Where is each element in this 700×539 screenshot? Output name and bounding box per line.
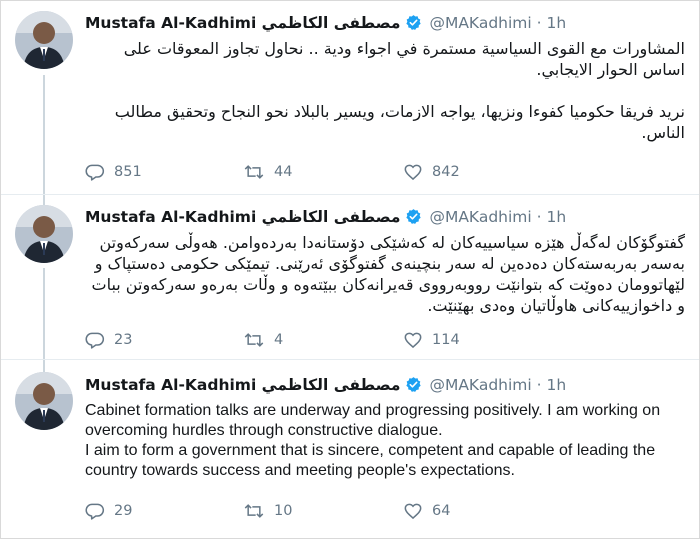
timestamp[interactable]: 1h xyxy=(547,208,567,226)
reply-icon xyxy=(85,330,114,350)
reply-button[interactable]: 29 xyxy=(85,500,132,522)
tweet-header: Mustafa Al-Kadhimi مصطفى الكاظمي @MAKadh… xyxy=(85,12,566,34)
avatar[interactable] xyxy=(15,372,73,430)
reply-count: 29 xyxy=(114,503,133,519)
heart-icon xyxy=(403,162,432,182)
tweet[interactable]: Mustafa Al-Kadhimi مصطفى الكاظمي @MAKadh… xyxy=(1,359,699,538)
reply-count: 23 xyxy=(114,332,133,348)
separator-dot: · xyxy=(536,376,542,394)
reply-count: 851 xyxy=(114,164,142,180)
separator-dot: · xyxy=(536,208,542,226)
tweet[interactable]: Mustafa Al-Kadhimi مصطفى الكاظمي @MAKadh… xyxy=(1,1,699,194)
tweet-actions: 29 10 64 xyxy=(85,500,505,522)
retweet-button[interactable]: 4 xyxy=(243,329,283,351)
author-name[interactable]: Mustafa Al-Kadhimi مصطفى الكاظمي xyxy=(85,14,401,32)
like-count: 114 xyxy=(432,332,460,348)
author-handle[interactable]: @MAKadhimi xyxy=(429,208,531,226)
reply-icon xyxy=(85,501,114,521)
heart-icon xyxy=(403,330,432,350)
verified-badge-icon xyxy=(405,208,422,231)
heart-icon xyxy=(403,501,432,521)
verified-badge-icon xyxy=(405,376,422,399)
author-name[interactable]: Mustafa Al-Kadhimi مصطفى الكاظمي xyxy=(85,376,401,394)
retweet-count: 44 xyxy=(274,164,293,180)
retweet-icon xyxy=(243,162,274,182)
like-button[interactable]: 114 xyxy=(403,329,460,351)
tweet-actions: 23 4 114 xyxy=(85,329,505,351)
retweet-count: 10 xyxy=(274,503,293,519)
like-button[interactable]: 64 xyxy=(403,500,450,522)
retweet-button[interactable]: 44 xyxy=(243,161,292,183)
reply-icon xyxy=(85,162,114,182)
tweet-text: گفتوگۆکان لەگەڵ هێزە سیاسییەکان لە کەشێک… xyxy=(91,233,686,315)
avatar[interactable] xyxy=(15,11,73,69)
tweet-text: Cabinet formation talks are underway and… xyxy=(85,402,661,479)
retweet-icon xyxy=(243,330,274,350)
tweet-text: المشاورات مع القوى السياسية مستمرة في اج… xyxy=(114,39,685,142)
like-count: 64 xyxy=(432,503,451,519)
verified-badge-icon xyxy=(405,14,422,37)
reply-button[interactable]: 851 xyxy=(85,161,142,183)
like-count: 842 xyxy=(432,164,460,180)
author-name[interactable]: Mustafa Al-Kadhimi مصطفى الكاظمي xyxy=(85,208,401,226)
retweet-count: 4 xyxy=(274,332,284,348)
tweet-header: Mustafa Al-Kadhimi مصطفى الكاظمي @MAKadh… xyxy=(85,206,566,228)
separator-dot: · xyxy=(536,14,542,32)
author-handle[interactable]: @MAKadhimi xyxy=(429,14,531,32)
tweet-header: Mustafa Al-Kadhimi مصطفى الكاظمي @MAKadh… xyxy=(85,374,566,396)
timestamp[interactable]: 1h xyxy=(547,376,567,394)
timestamp[interactable]: 1h xyxy=(547,14,567,32)
like-button[interactable]: 842 xyxy=(403,161,460,183)
reply-button[interactable]: 23 xyxy=(85,329,132,351)
avatar[interactable] xyxy=(15,205,73,263)
retweet-icon xyxy=(243,501,274,521)
retweet-button[interactable]: 10 xyxy=(243,500,292,522)
author-handle[interactable]: @MAKadhimi xyxy=(429,376,531,394)
tweet[interactable]: Mustafa Al-Kadhimi مصطفى الكاظمي @MAKadh… xyxy=(1,194,699,359)
timeline: Mustafa Al-Kadhimi مصطفى الكاظمي @MAKadh… xyxy=(0,0,700,539)
tweet-actions: 851 44 842 xyxy=(85,161,505,183)
